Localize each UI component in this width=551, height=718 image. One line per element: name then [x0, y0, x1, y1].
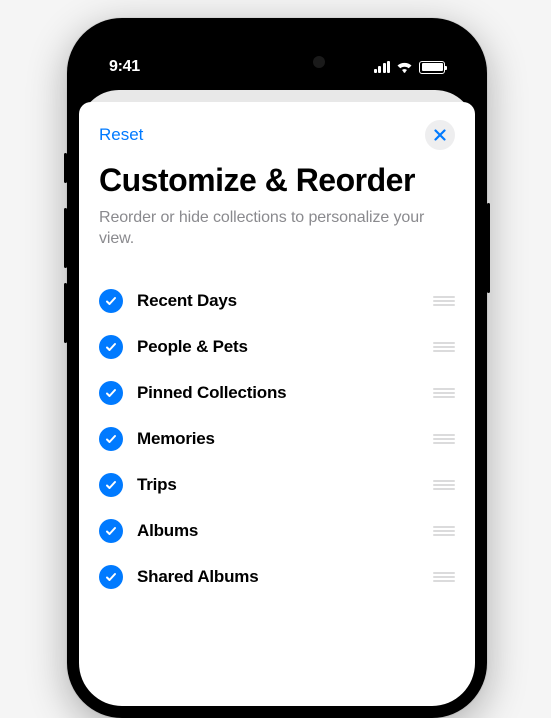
wifi-icon	[396, 61, 413, 73]
customize-sheet: Reset Customize & Reorder Reorder or hid…	[79, 102, 475, 706]
checkbox[interactable]	[99, 427, 123, 451]
cellular-signal-icon	[374, 61, 391, 73]
status-icons	[374, 61, 446, 74]
drag-handle-icon[interactable]	[433, 388, 455, 398]
phone-screen: 9:41	[79, 30, 475, 706]
list-item[interactable]: People & Pets	[99, 324, 455, 370]
drag-handle-icon[interactable]	[433, 526, 455, 536]
status-time: 9:41	[109, 58, 140, 76]
checkbox[interactable]	[99, 473, 123, 497]
checkbox[interactable]	[99, 565, 123, 589]
checkmark-icon	[105, 433, 117, 445]
checkmark-icon	[105, 571, 117, 583]
drag-handle-icon[interactable]	[433, 342, 455, 352]
item-label: Recent Days	[137, 291, 419, 311]
dynamic-island	[217, 45, 337, 79]
item-label: Albums	[137, 521, 419, 541]
checkbox[interactable]	[99, 289, 123, 313]
checkmark-icon	[105, 295, 117, 307]
drag-handle-icon[interactable]	[433, 572, 455, 582]
collections-list: Recent Days People & Pets	[99, 278, 455, 600]
checkmark-icon	[105, 479, 117, 491]
item-label: Pinned Collections	[137, 383, 419, 403]
drag-handle-icon[interactable]	[433, 296, 455, 306]
reset-button[interactable]: Reset	[99, 125, 143, 145]
list-item[interactable]: Recent Days	[99, 278, 455, 324]
page-subtitle: Reorder or hide collections to personali…	[99, 207, 455, 250]
phone-side-button-right	[487, 203, 490, 293]
front-camera	[313, 56, 325, 68]
checkbox[interactable]	[99, 335, 123, 359]
item-label: Memories	[137, 429, 419, 449]
list-item[interactable]: Shared Albums	[99, 554, 455, 600]
close-button[interactable]	[425, 120, 455, 150]
battery-icon	[419, 61, 445, 74]
list-item[interactable]: Pinned Collections	[99, 370, 455, 416]
drag-handle-icon[interactable]	[433, 434, 455, 444]
phone-frame: 9:41	[67, 18, 487, 718]
phone-side-buttons-left	[64, 153, 67, 358]
checkbox[interactable]	[99, 519, 123, 543]
list-item[interactable]: Albums	[99, 508, 455, 554]
list-item[interactable]: Trips	[99, 462, 455, 508]
close-icon	[434, 129, 446, 141]
item-label: Shared Albums	[137, 567, 419, 587]
page-title: Customize & Reorder	[99, 162, 455, 199]
checkbox[interactable]	[99, 381, 123, 405]
checkmark-icon	[105, 387, 117, 399]
checkmark-icon	[105, 525, 117, 537]
sheet-header: Reset	[99, 120, 455, 150]
list-item[interactable]: Memories	[99, 416, 455, 462]
drag-handle-icon[interactable]	[433, 480, 455, 490]
checkmark-icon	[105, 341, 117, 353]
item-label: Trips	[137, 475, 419, 495]
item-label: People & Pets	[137, 337, 419, 357]
